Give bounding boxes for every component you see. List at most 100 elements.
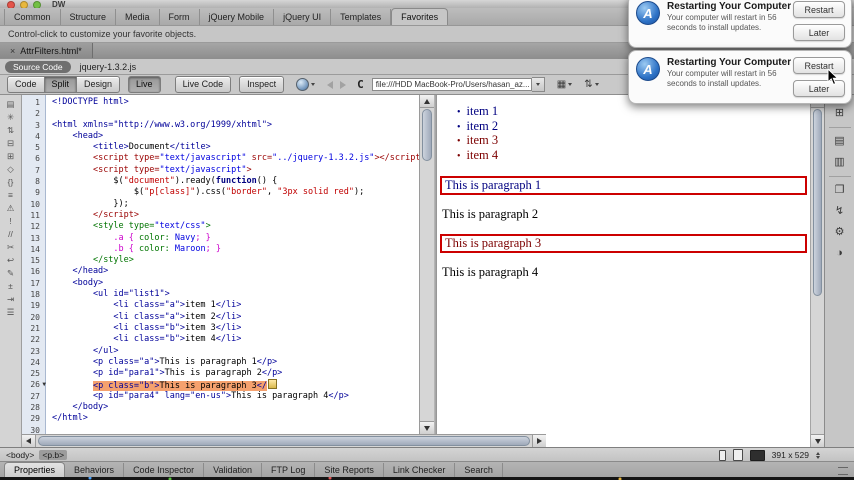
code-vertical-scrollbar[interactable]: [419, 95, 434, 447]
code-line[interactable]: <p class="b">This is paragraph 3</: [52, 379, 419, 392]
refresh-icon[interactable]: C: [357, 78, 364, 91]
code-line[interactable]: </head>: [52, 266, 419, 277]
tag-body[interactable]: <body>: [6, 450, 34, 460]
split-view-button[interactable]: Split: [44, 76, 78, 93]
code-line[interactable]: <style type="text/css">: [52, 221, 419, 232]
insert-tab-jquery-ui[interactable]: jQuery UI: [274, 9, 332, 25]
window-size-stepper-icon[interactable]: [816, 451, 820, 459]
later-button[interactable]: Later: [793, 24, 845, 41]
code-hscroll-thumb[interactable]: [38, 436, 530, 446]
panel-tab-search[interactable]: Search: [455, 463, 503, 477]
code-line[interactable]: <li class="b">item 4</li>: [52, 334, 419, 345]
assets-panel-icon[interactable]: ⚙: [835, 222, 845, 243]
window-size-value[interactable]: 391 x 529: [772, 450, 809, 460]
code-horizontal-scrollbar[interactable]: [22, 434, 546, 447]
code-line[interactable]: $("document").ready(function() {: [52, 176, 419, 187]
code-line[interactable]: .b { color: Maroon; }: [52, 244, 419, 255]
code-line[interactable]: <body>: [52, 278, 419, 289]
wrap-tag-icon[interactable]: ↩: [7, 254, 14, 266]
code-line[interactable]: $("p[class]").css("border", "3px solid r…: [52, 187, 419, 198]
ap-elements-panel-icon[interactable]: ▥: [834, 152, 844, 173]
expand-all-icon[interactable]: ⊞: [7, 150, 14, 162]
forward-arrow-icon[interactable]: [340, 80, 347, 89]
move-css-icon[interactable]: ±: [8, 280, 13, 292]
inspect-button[interactable]: Inspect: [239, 76, 285, 93]
live-view-options-icon[interactable]: ⇅: [584, 79, 592, 90]
insert-panel-icon[interactable]: ⊞: [835, 103, 844, 124]
preview-dropdown-icon[interactable]: [311, 83, 316, 86]
code-view-button[interactable]: Code: [7, 76, 45, 93]
line-numbers-icon[interactable]: ≡: [8, 189, 13, 201]
file-management-dropdown-icon[interactable]: [568, 83, 573, 86]
insert-tab-common[interactable]: Common: [4, 9, 61, 25]
scroll-down-icon[interactable]: [420, 421, 434, 434]
insert-tab-templates[interactable]: Templates: [331, 9, 392, 25]
format-source-icon[interactable]: ☰: [7, 306, 15, 318]
design-list-item[interactable]: • item 2: [457, 119, 810, 135]
code-text[interactable]: <!DOCTYPE html> <html xmlns="http://www.w…: [52, 97, 419, 436]
syntax-error-alerts-icon[interactable]: !: [9, 215, 11, 227]
document-tab[interactable]: × AttrFilters.html*: [0, 43, 93, 58]
code-line[interactable]: [52, 108, 419, 119]
code-line[interactable]: </style>: [52, 255, 419, 266]
tag-p-b-selected[interactable]: <p.b>: [39, 450, 68, 460]
code-line[interactable]: <li class="a">item 2</li>: [52, 312, 419, 323]
code-line[interactable]: </script>: [52, 210, 419, 221]
code-line[interactable]: <head>: [52, 131, 419, 142]
code-line[interactable]: <li class="a">item 1</li>: [52, 300, 419, 311]
code-line[interactable]: <script type="text/javascript" src="../j…: [52, 153, 419, 164]
desktop-size-icon[interactable]: [749, 449, 765, 461]
insert-tab-form[interactable]: Form: [160, 9, 200, 25]
code-scroll-thumb[interactable]: [422, 109, 432, 161]
scroll-right-icon[interactable]: [532, 435, 546, 447]
scroll-up-icon[interactable]: [420, 95, 434, 108]
code-line[interactable]: });: [52, 199, 419, 210]
code-line[interactable]: </html>: [52, 413, 419, 424]
indent-code-icon[interactable]: ⇥: [7, 293, 14, 305]
tablet-size-icon[interactable]: [732, 449, 743, 461]
highlight-invalid-code-icon[interactable]: ⚠: [7, 202, 15, 214]
remove-comment-icon[interactable]: ✂: [7, 241, 14, 253]
code-view[interactable]: <!DOCTYPE html> <html xmlns="http://www.w…: [46, 95, 419, 447]
panel-tab-behaviors[interactable]: Behaviors: [65, 463, 125, 477]
code-line[interactable]: .a { color: Navy; }: [52, 233, 419, 244]
code-line[interactable]: <ul id="list1">: [52, 289, 419, 300]
insert-tab-media[interactable]: Media: [116, 9, 160, 25]
design-scroll-thumb[interactable]: [813, 109, 822, 296]
design-list-item[interactable]: • item 1: [457, 105, 810, 120]
code-line[interactable]: </ul>: [52, 346, 419, 357]
design-paragraph[interactable]: This is paragraph 1: [440, 176, 807, 195]
recent-snippets-icon[interactable]: ✎: [7, 267, 14, 279]
panel-tab-properties[interactable]: Properties: [4, 462, 66, 477]
phone-size-icon[interactable]: [718, 449, 726, 461]
address-dropdown-icon[interactable]: [531, 77, 545, 92]
code-navigator-icon[interactable]: ✳: [7, 111, 14, 123]
files-panel-icon[interactable]: ❐: [835, 180, 845, 201]
scroll-left-icon[interactable]: [22, 435, 36, 447]
panel-grip-icon[interactable]: [838, 467, 848, 475]
live-view-button[interactable]: Live: [128, 76, 161, 93]
open-documents-icon[interactable]: ▤: [6, 98, 14, 110]
panel-tab-validation[interactable]: Validation: [204, 463, 262, 477]
source-code-button[interactable]: Source Code: [5, 60, 71, 73]
design-view-button[interactable]: Design: [77, 76, 121, 93]
live-view-options-dropdown-icon[interactable]: [594, 83, 599, 86]
select-parent-tag-icon[interactable]: ◇: [7, 163, 14, 175]
design-paragraph[interactable]: This is paragraph 4: [442, 266, 805, 279]
related-file-jquery[interactable]: jquery-1.3.2.js: [80, 62, 137, 72]
code-line[interactable]: <p class="a">This is paragraph 1</p>: [52, 357, 419, 368]
code-line[interactable]: <script type="text/javascript">: [52, 165, 419, 176]
insert-tab-structure[interactable]: Structure: [61, 9, 117, 25]
css-styles-panel-icon[interactable]: ▤: [834, 131, 844, 152]
code-line[interactable]: <p id="para1">This is paragraph 2</p>: [52, 368, 419, 379]
apply-comment-icon[interactable]: //: [8, 228, 13, 240]
design-list-item[interactable]: • item 3: [457, 134, 810, 149]
preview-in-browser-icon[interactable]: [296, 78, 310, 91]
address-input[interactable]: file:///HDD MacBook-Pro/Users/hasan_az..…: [371, 78, 532, 91]
code-line[interactable]: <html xmlns="http://www.w3.org/1999/xhtm…: [52, 120, 419, 131]
restart-button[interactable]: Restart: [793, 1, 845, 18]
panel-tab-code-inspector[interactable]: Code Inspector: [124, 463, 205, 477]
collapse-full-tag-icon[interactable]: ⇅: [7, 124, 14, 136]
panel-tab-ftp-log[interactable]: FTP Log: [262, 463, 316, 477]
balance-braces-icon[interactable]: {}: [8, 176, 14, 188]
